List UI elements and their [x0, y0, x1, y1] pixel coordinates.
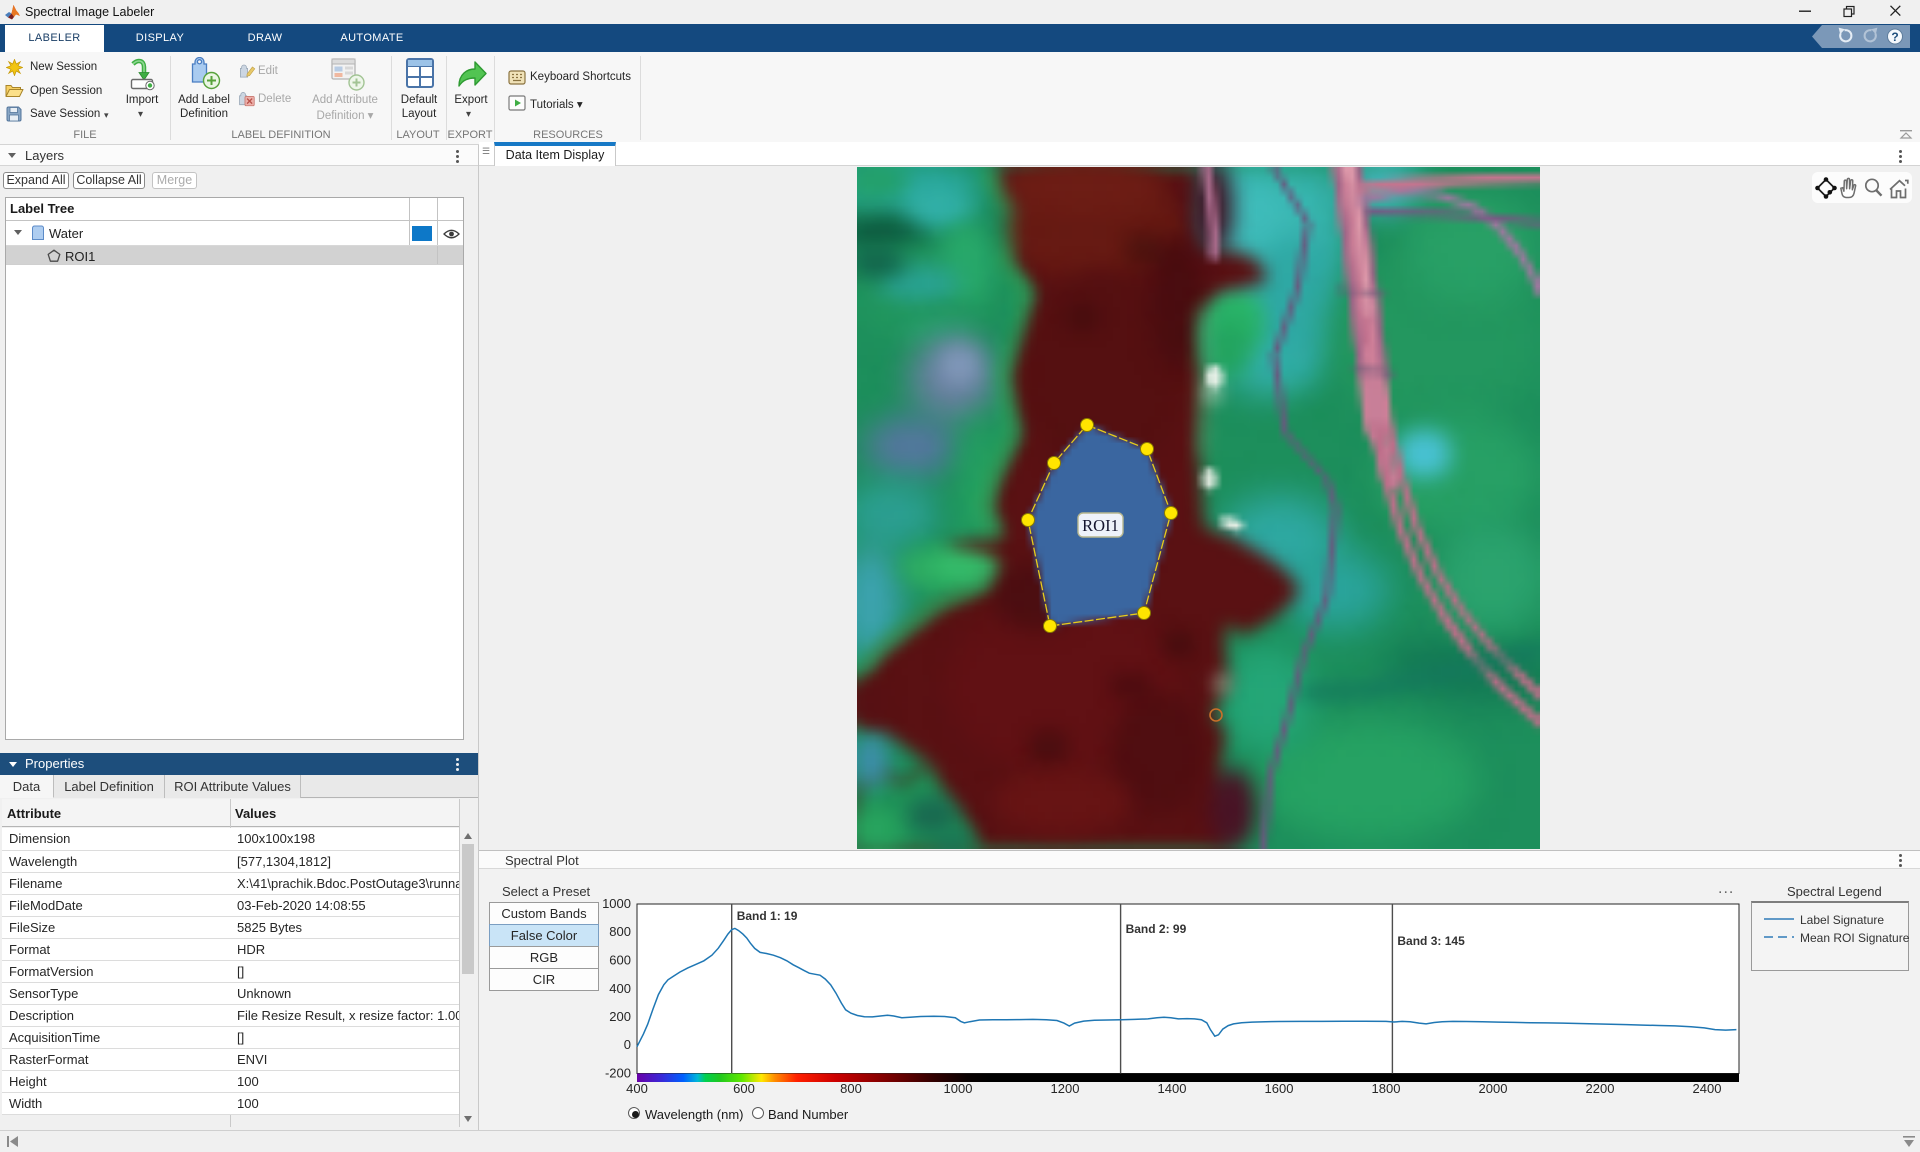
- svg-text:Band 2: 99: Band 2: 99: [1126, 922, 1187, 936]
- svg-text:400: 400: [609, 981, 631, 996]
- svg-text:Band 3: 145: Band 3: 145: [1397, 934, 1465, 948]
- svg-text:200: 200: [609, 1009, 631, 1024]
- svg-text:1200: 1200: [1051, 1081, 1080, 1096]
- svg-text:Band 1: 19: Band 1: 19: [737, 909, 798, 923]
- svg-text:1400: 1400: [1158, 1081, 1187, 1096]
- svg-text:600: 600: [733, 1081, 755, 1096]
- svg-text:2400: 2400: [1693, 1081, 1722, 1096]
- svg-text:1600: 1600: [1265, 1081, 1294, 1096]
- svg-text:800: 800: [840, 1081, 862, 1096]
- svg-text:-200: -200: [605, 1066, 631, 1081]
- svg-text:0: 0: [624, 1037, 631, 1052]
- svg-text:2000: 2000: [1479, 1081, 1508, 1096]
- svg-text:1000: 1000: [602, 896, 631, 911]
- svg-text:2200: 2200: [1586, 1081, 1615, 1096]
- svg-text:ROI1: ROI1: [1082, 516, 1119, 535]
- svg-text:400: 400: [626, 1081, 648, 1096]
- svg-text:?: ?: [1891, 30, 1898, 44]
- svg-text:1800: 1800: [1372, 1081, 1401, 1096]
- svg-text:800: 800: [609, 924, 631, 939]
- svg-text:600: 600: [609, 953, 631, 968]
- svg-text:1000: 1000: [944, 1081, 973, 1096]
